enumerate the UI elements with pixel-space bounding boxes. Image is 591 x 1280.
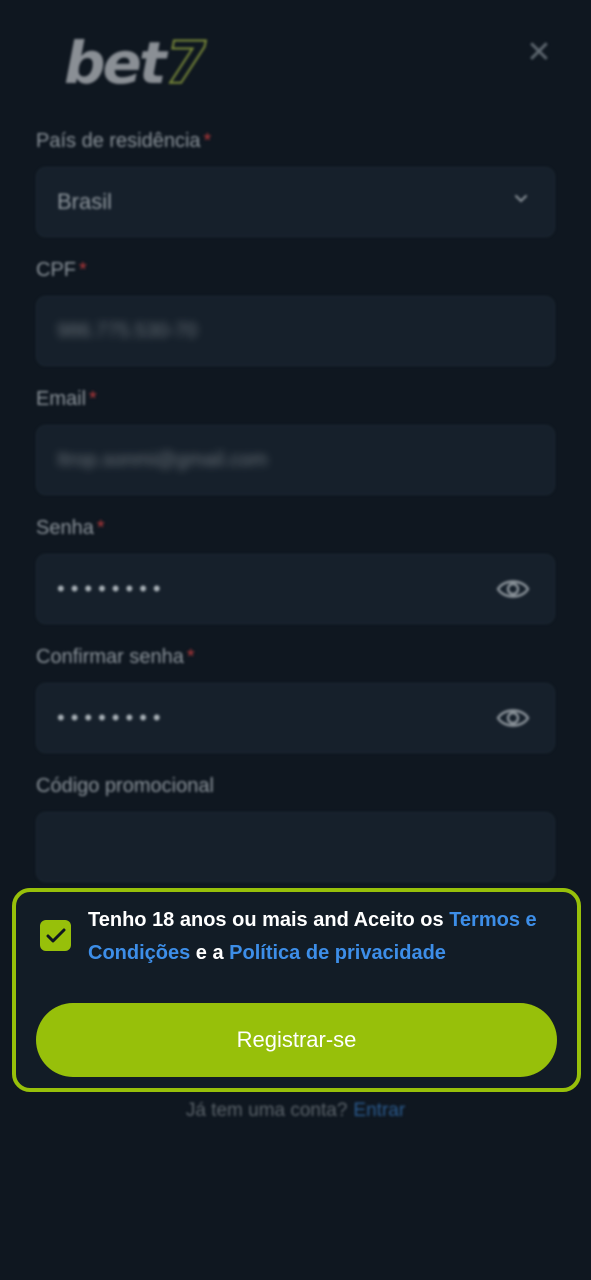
required-mark: * — [96, 517, 105, 539]
eye-icon[interactable] — [496, 703, 530, 733]
promo-code-label-text: Código promocional — [36, 775, 214, 797]
email-label-text: Email — [36, 388, 87, 410]
cpf-label-text: CPF — [36, 259, 76, 281]
promo-code-label: Código promocional — [36, 775, 214, 798]
register-button[interactable]: Registrar-se — [36, 1003, 557, 1077]
country-value: Brasil — [57, 189, 113, 214]
password-label: Senha * — [36, 517, 105, 540]
chevron-down-icon — [515, 195, 527, 203]
country-label-text: País de residência — [36, 130, 201, 152]
country-select[interactable]: Brasil — [36, 167, 555, 237]
confirm-password-label: Confirmar senha * — [36, 646, 195, 669]
required-mark: * — [79, 259, 87, 281]
cpf-value: 986.775.530-70 — [57, 319, 198, 342]
required-mark: * — [186, 646, 195, 668]
privacy-policy-link[interactable]: Política de privacidade — [229, 942, 446, 964]
eye-icon[interactable] — [496, 574, 530, 604]
checkmark-icon — [46, 928, 65, 942]
confirm-password-field[interactable]: •••••••• — [36, 683, 555, 753]
promo-code-field[interactable] — [36, 812, 555, 882]
login-prompt: Já tem uma conta? Entrar — [0, 1100, 591, 1122]
email-label: Email * — [36, 388, 97, 411]
confirm-password-label-text: Confirmar senha — [36, 646, 184, 668]
consent-text-middle: e a — [190, 942, 230, 964]
country-label: País de residência * — [36, 130, 211, 153]
confirm-password-value: •••••••• — [57, 705, 167, 730]
consent-text: Tenho 18 anos ou mais and Aceito os Term… — [88, 904, 564, 970]
cpf-field[interactable]: 986.775.530-70 — [36, 296, 555, 366]
logo-text: bet — [64, 29, 167, 97]
email-value: Itrop.sonmi@gmail.com — [57, 448, 268, 471]
password-label-text: Senha — [36, 517, 94, 539]
required-mark: * — [203, 130, 212, 152]
consent-register-highlight: Tenho 18 anos ou mais and Aceito os Term… — [12, 888, 581, 1092]
close-icon[interactable]: ✕ — [524, 38, 554, 68]
registration-page: bet 7 ✕ País de residência * Brasil CPF * 9… — [0, 0, 591, 1280]
bet7-logo: bet 7 — [64, 28, 207, 98]
consent-text-before: Tenho 18 anos ou mais and Aceito os — [88, 909, 450, 931]
email-field[interactable]: Itrop.sonmi@gmail.com — [36, 425, 555, 495]
password-field[interactable]: •••••••• — [36, 554, 555, 624]
password-value: •••••••• — [57, 576, 167, 601]
login-link[interactable]: Entrar — [353, 1100, 405, 1121]
login-prompt-text: Já tem uma conta? — [185, 1100, 348, 1121]
required-mark: * — [89, 388, 97, 410]
logo-seven: 7 — [165, 28, 207, 98]
age-terms-checkbox[interactable] — [40, 920, 71, 951]
cpf-label: CPF * — [36, 259, 87, 282]
